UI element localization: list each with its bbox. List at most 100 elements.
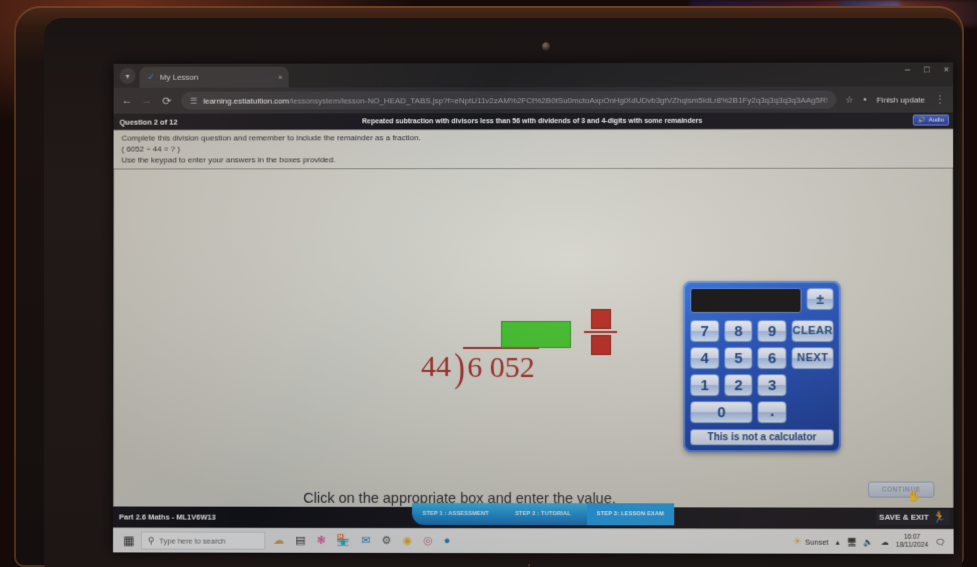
divisor-value: 44 <box>421 349 452 383</box>
quotient-answer-box[interactable] <box>501 320 572 349</box>
step-2-tutorial-tab[interactable]: STEP 2 : TUTORIAL <box>499 506 586 522</box>
audio-button-label: Audio <box>928 117 945 124</box>
finish-update-button[interactable]: Finish update <box>877 95 925 104</box>
url-path: /lessonsystem/lesson-NO_HEAD_TABS.jsp?f=… <box>289 95 828 106</box>
keypad-decimal-point-key[interactable]: . <box>757 401 787 424</box>
tab-title: My Lesson <box>159 72 199 82</box>
windows-taskbar: ▦ ⚲ Type here to search ☁ ▤ ❃ 🏪 ✉ ⚙ ◉ ◎ <box>113 527 954 554</box>
store-icon[interactable]: 🏪 <box>337 534 351 546</box>
taskbar-search-input[interactable]: ⚲ Type here to search <box>140 531 266 550</box>
chevron-up-icon[interactable]: ▴ <box>836 537 840 546</box>
weather-icon[interactable]: ☁ <box>273 534 284 546</box>
lesson-header: Question 2 of 12 Repeated subtraction wi… <box>113 112 954 130</box>
keypad-key-2[interactable]: 2 <box>724 374 753 397</box>
taskbar-clock[interactable]: 16:07 18/11/2024 <box>896 534 928 550</box>
keypad-key-8[interactable]: 8 <box>723 320 753 343</box>
keypad-key-7[interactable]: 7 <box>690 320 719 343</box>
hand-cursor-icon: ✋ <box>907 490 922 503</box>
windows-start-icon[interactable]: ▦ <box>117 533 141 547</box>
continue-button[interactable]: CONTINUE <box>867 481 935 498</box>
taskbar-icons: ☁ ▤ ❃ 🏪 ✉ ⚙ ◉ ◎ ● <box>273 534 451 547</box>
lesson-work-area: 44 ) 6 052 Click on the appropriate box … <box>113 168 954 508</box>
mail-icon[interactable]: ✉ <box>361 534 370 546</box>
instruction-panel: Complete this division question and reme… <box>113 128 954 170</box>
keypad-top-row: ± <box>690 287 834 314</box>
lesson-objective-title: Repeated subtraction with divisors less … <box>362 117 703 125</box>
system-tray: ☀ Sunset ▴ 🖥 🔈 ☁ 16:07 18/11/2024 🗨 <box>793 534 950 550</box>
tab-search-chevron-down-icon[interactable]: ▾ <box>119 67 136 84</box>
remainder-denominator-box[interactable] <box>590 335 611 356</box>
step-navigation: STEP 1 : ASSESSMENT STEP 2 : TUTORIAL ST… <box>412 502 675 526</box>
save-exit-label: SAVE & EXIT <box>879 512 929 522</box>
keypad-key-6[interactable]: 6 <box>757 347 787 370</box>
clock-time: 16:07 <box>903 533 921 541</box>
audio-button[interactable]: 🔊 Audio <box>912 114 950 126</box>
number-keypad: ± 7 8 9 CLEAR 4 5 6 NEXT 1 2 3 0 . This … <box>683 280 841 453</box>
chrome-icon[interactable]: ◉ <box>402 534 412 546</box>
keypad-key-9[interactable]: 9 <box>757 320 787 343</box>
close-tab-icon[interactable]: × <box>278 73 283 82</box>
keypad-sign-key[interactable]: ± <box>806 287 834 311</box>
remainder-numerator-box[interactable] <box>590 309 611 330</box>
brand-logo: hp <box>520 562 546 567</box>
task-view-icon[interactable]: ▤ <box>295 534 305 546</box>
search-placeholder: Type here to search <box>159 536 226 546</box>
back-icon[interactable]: ← <box>122 95 133 107</box>
instruction-line-3: Use the keypad to enter your answers in … <box>121 155 336 165</box>
edge-icon[interactable]: ● <box>444 535 451 547</box>
keypad-clear-button[interactable]: CLEAR <box>791 320 834 343</box>
volume-icon[interactable]: 🔈 <box>864 537 874 546</box>
long-division-problem: 44 ) 6 052 <box>421 309 618 390</box>
reload-icon[interactable]: ⟳ <box>161 94 172 107</box>
media-icon[interactable]: ◎ <box>423 534 433 546</box>
check-icon: ✓ <box>147 71 155 82</box>
browser-toolbar: ← → ⟳ ☰ learning.estiatuition.com/lesson… <box>113 86 954 114</box>
webcam-icon <box>542 42 550 51</box>
keypad-grid: 7 8 9 CLEAR 4 5 6 NEXT 1 2 3 0 . <box>690 320 834 424</box>
lesson-footer: Part 2.6 Maths - ML1V6W13 STEP 1 : ASSES… <box>113 502 954 529</box>
action-center-icon[interactable]: 🗨 <box>935 537 945 546</box>
fraction-bar <box>584 331 618 334</box>
weather-label: Sunset <box>805 537 829 547</box>
division-row: 44 ) 6 052 <box>421 344 539 390</box>
keypad-key-5[interactable]: 5 <box>723 347 753 370</box>
keypad-key-0[interactable]: 0 <box>690 401 753 424</box>
profile-avatar[interactable]: • <box>863 95 866 105</box>
site-settings-icon[interactable]: ☰ <box>190 96 197 105</box>
close-window-button[interactable]: × <box>944 64 949 74</box>
weather-status[interactable]: ☀ Sunset <box>793 536 829 547</box>
maximize-button[interactable]: □ <box>924 64 929 74</box>
toolbar-right-actions: ☆ • Finish update ⋮ <box>845 94 945 105</box>
photos-icon[interactable]: ❃ <box>317 534 326 546</box>
keypad-key-3[interactable]: 3 <box>757 374 787 397</box>
settings-gear-icon[interactable]: ⚙ <box>382 534 392 546</box>
url-text: learning.estiatuition.com/lessonsystem/l… <box>203 95 827 105</box>
keypad-key-1[interactable]: 1 <box>690 374 720 397</box>
step-1-assessment-tab[interactable]: STEP 1 : ASSESSMENT <box>412 506 499 522</box>
keypad-spacer-2 <box>792 401 834 423</box>
keypad-display[interactable] <box>690 287 802 314</box>
step-3-lesson-exam-tab[interactable]: STEP 3: LESSON EXAM <box>586 503 675 526</box>
keypad-spacer <box>792 374 834 396</box>
browser-menu-icon[interactable]: ⋮ <box>935 94 945 105</box>
network-icon[interactable]: 🖥 <box>847 537 857 546</box>
forward-icon[interactable]: → <box>141 95 152 107</box>
keypad-key-4[interactable]: 4 <box>690 347 719 370</box>
division-bracket-icon: ) <box>454 344 466 390</box>
minimize-button[interactable]: – <box>905 64 910 74</box>
bookmark-star-icon[interactable]: ☆ <box>845 94 853 105</box>
keypad-next-button[interactable]: NEXT <box>791 347 834 370</box>
running-man-exit-icon: 🏃 <box>932 511 947 524</box>
laptop-screen: ▾ ✓ My Lesson × – □ × ← → ⟳ ☰ learning.e… <box>113 62 954 554</box>
onedrive-icon[interactable]: ☁ <box>881 537 889 546</box>
clock-date: 18/11/2024 <box>896 541 929 549</box>
dividend-value: 6 052 <box>463 346 539 384</box>
save-and-exit-button[interactable]: SAVE & EXIT 🏃 <box>876 509 950 525</box>
browser-tab-my-lesson[interactable]: ✓ My Lesson × <box>139 66 289 88</box>
search-icon: ⚲ <box>147 535 155 546</box>
sun-icon: ☀ <box>792 536 803 548</box>
address-bar[interactable]: ☰ learning.estiatuition.com/lessonsystem… <box>181 90 837 110</box>
laptop-lid: hp ▾ ✓ My Lesson × – □ × <box>14 6 964 567</box>
speaker-icon: 🔊 <box>918 117 926 124</box>
remainder-fraction <box>584 309 618 356</box>
